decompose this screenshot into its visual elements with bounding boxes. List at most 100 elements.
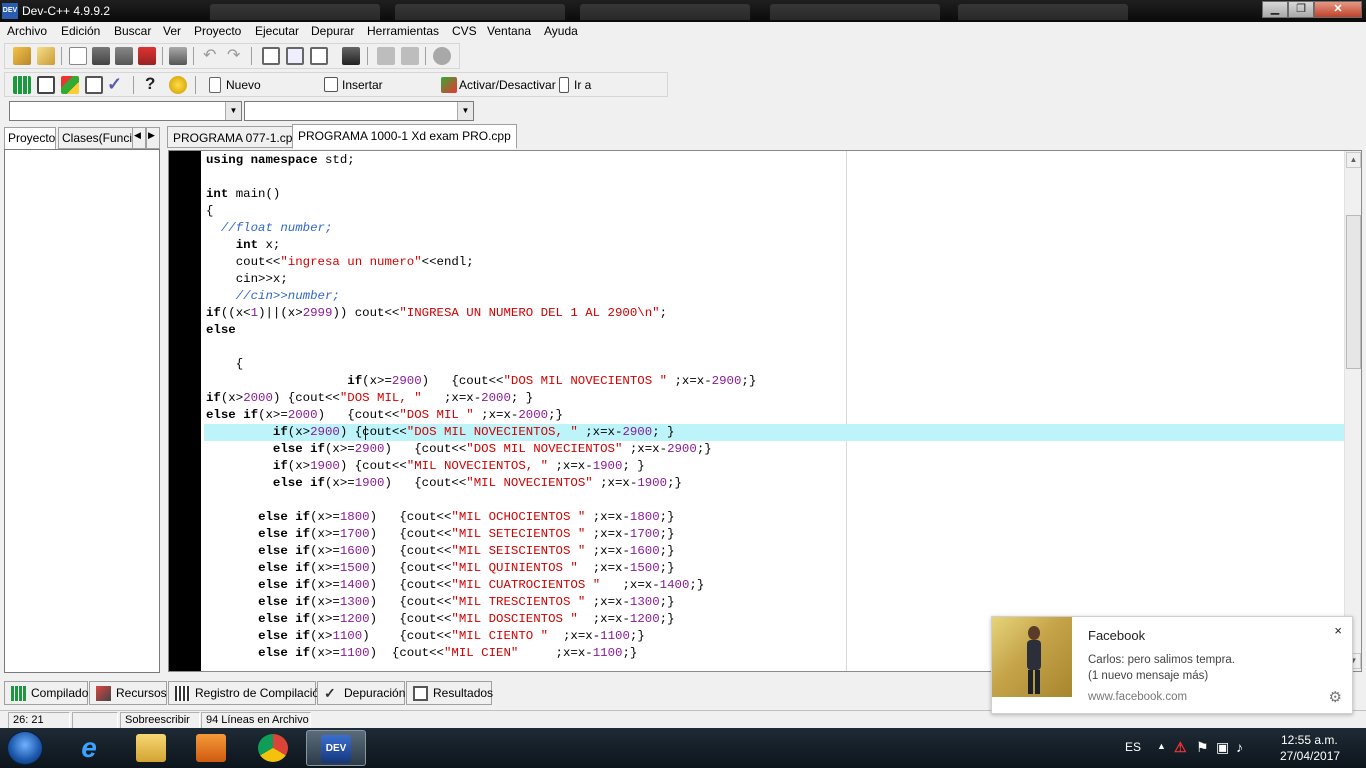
- tab-file-programa-077[interactable]: PROGRAMA 077-1.cpp: [167, 126, 306, 148]
- tab-resultados[interactable]: Resultados: [406, 681, 493, 705]
- code-line[interactable]: int main(): [206, 186, 1344, 203]
- clock-time[interactable]: 12:55 a.m.: [1281, 733, 1338, 747]
- tab-compilador[interactable]: Compilador: [4, 681, 92, 705]
- menu-herramientas[interactable]: Herramientas: [366, 24, 440, 38]
- new-file-icon[interactable]: [69, 47, 87, 65]
- code-lines[interactable]: using namespace std; int main(){ //float…: [204, 152, 1344, 662]
- tab-registro[interactable]: Registro de Compilación: [168, 681, 326, 705]
- tab-depuracion[interactable]: ✓ Depuración: [317, 681, 405, 705]
- code-line[interactable]: if((x<1)||(x>2999)) cout<<"INGRESA UN NU…: [206, 305, 1344, 322]
- find-icon[interactable]: [262, 47, 280, 65]
- antivirus-icon[interactable]: ⚠: [1174, 739, 1187, 756]
- tab-recursos[interactable]: Recursos: [89, 681, 167, 705]
- code-line[interactable]: else if(x>=2000) {cout<<"DOS MIL " ;x=x-…: [206, 407, 1344, 424]
- open-project-icon[interactable]: [13, 47, 31, 65]
- maximize-button[interactable]: ❐: [1288, 1, 1314, 18]
- code-line[interactable]: [206, 169, 1344, 186]
- code-line[interactable]: //float number;: [206, 220, 1344, 237]
- menu-edicion[interactable]: Edición: [60, 24, 101, 38]
- new-button-label[interactable]: Nuevo: [226, 78, 261, 92]
- menu-ayuda[interactable]: Ayuda: [543, 24, 579, 38]
- indent-icon[interactable]: [401, 47, 419, 65]
- menu-cvs[interactable]: CVS: [451, 24, 478, 38]
- help-icon[interactable]: ?: [145, 75, 163, 93]
- undo-icon[interactable]: ↶: [203, 47, 221, 65]
- insert-icon[interactable]: [324, 77, 338, 92]
- tab-scroll-right-icon[interactable]: ▶: [146, 127, 160, 149]
- code-line[interactable]: else if(x>=1400) {cout<<"MIL CUATROCIENT…: [206, 577, 1344, 594]
- toggle-bookmark-icon[interactable]: [441, 77, 457, 93]
- taskbar-explorer[interactable]: [122, 730, 182, 766]
- rebuild-icon[interactable]: [85, 76, 103, 94]
- menu-buscar[interactable]: Buscar: [113, 24, 152, 38]
- scroll-thumb[interactable]: [1346, 215, 1361, 369]
- code-line[interactable]: else if(x>=1300) {cout<<"MIL TRESCIENTOS…: [206, 594, 1344, 611]
- stop-icon[interactable]: [433, 47, 451, 65]
- code-line[interactable]: //cin>>number;: [206, 288, 1344, 305]
- code-line[interactable]: if(x>2000) {cout<<"DOS MIL, " ;x=x-2000;…: [206, 390, 1344, 407]
- code-line[interactable]: else if(x>=1800) {cout<<"MIL OCHOCIENTOS…: [206, 509, 1344, 526]
- tab-proyecto[interactable]: Proyecto: [4, 127, 56, 149]
- compile-run-icon[interactable]: [61, 76, 79, 94]
- print-icon[interactable]: [169, 47, 187, 65]
- code-line[interactable]: {: [206, 203, 1344, 220]
- new-class-icon[interactable]: [209, 77, 221, 93]
- run-icon[interactable]: [37, 76, 55, 94]
- menu-depurar[interactable]: Depurar: [310, 24, 355, 38]
- vertical-scrollbar[interactable]: ▲ ▼: [1344, 151, 1361, 671]
- code-line[interactable]: using namespace std;: [206, 152, 1344, 169]
- save-all-icon[interactable]: [115, 47, 133, 65]
- code-line[interactable]: [206, 492, 1344, 509]
- check-syntax-icon[interactable]: ✓: [107, 75, 125, 93]
- action-center-flag-icon[interactable]: ⚑: [1196, 739, 1209, 756]
- toggle-bookmark-label[interactable]: Activar/Desactivar: [459, 78, 556, 92]
- chevron-down-icon[interactable]: ▼: [457, 102, 473, 120]
- menu-ver[interactable]: Ver: [162, 24, 182, 38]
- chevron-down-icon[interactable]: ▼: [225, 102, 241, 120]
- close-button[interactable]: ✕: [1314, 1, 1362, 18]
- tab-clases[interactable]: Clases(Funcio: [58, 127, 134, 149]
- network-icon[interactable]: ▣: [1216, 739, 1229, 756]
- close-file-icon[interactable]: [138, 47, 156, 65]
- taskbar-media-player[interactable]: [182, 730, 242, 766]
- code-line[interactable]: {: [206, 356, 1344, 373]
- project-tree-panel[interactable]: [4, 149, 160, 673]
- goto-line-icon[interactable]: [342, 47, 360, 65]
- menu-archivo[interactable]: Archivo: [6, 24, 48, 38]
- code-line[interactable]: else if(x>=2900) {cout<<"DOS MIL NOVECIE…: [206, 441, 1344, 458]
- menu-proyecto[interactable]: Proyecto: [193, 24, 242, 38]
- tab-file-programa-1000[interactable]: PROGRAMA 1000-1 Xd exam PRO.cpp: [292, 124, 517, 149]
- taskbar-devcpp[interactable]: DEV: [306, 730, 366, 766]
- code-line[interactable]: int x;: [206, 237, 1344, 254]
- gear-icon[interactable]: ⚙: [1329, 688, 1342, 706]
- code-line[interactable]: else if(x>=1500) {cout<<"MIL QUINIENTOS …: [206, 560, 1344, 577]
- open-file-icon[interactable]: [37, 47, 55, 65]
- goto-bookmark-label[interactable]: Ir a: [574, 78, 591, 92]
- replace-icon[interactable]: [286, 47, 304, 65]
- taskbar-ie[interactable]: e: [60, 730, 120, 766]
- code-line[interactable]: else if(x>=1900) {cout<<"MIL NOVECIENTOS…: [206, 475, 1344, 492]
- show-hidden-icons-icon[interactable]: ▲: [1157, 741, 1166, 751]
- redo-icon[interactable]: ↷: [227, 47, 245, 65]
- compile-icon[interactable]: [13, 76, 31, 94]
- code-line[interactable]: else if(x>=1700) {cout<<"MIL SETECIENTOS…: [206, 526, 1344, 543]
- about-icon[interactable]: [169, 76, 187, 94]
- member-select[interactable]: ▼: [244, 101, 474, 121]
- code-line[interactable]: if(x>1900) {cout<<"MIL NOVECIENTOS, " ;x…: [206, 458, 1344, 475]
- scroll-up-icon[interactable]: ▲: [1346, 152, 1361, 168]
- insert-button-label[interactable]: Insertar: [342, 78, 383, 92]
- unindent-icon[interactable]: [377, 47, 395, 65]
- code-line[interactable]: if(x>=2900) {cout<<"DOS MIL NOVECIENTOS …: [206, 373, 1344, 390]
- code-line[interactable]: else if(x>=1600) {cout<<"MIL SEISCIENTOS…: [206, 543, 1344, 560]
- code-line[interactable]: cin>>x;: [206, 271, 1344, 288]
- code-line[interactable]: cout<<"ingresa un numero"<<endl;: [206, 254, 1344, 271]
- facebook-notification[interactable]: Facebook Carlos: pero salimos tempra. (1…: [991, 616, 1353, 714]
- code-line[interactable]: else: [206, 322, 1344, 339]
- save-icon[interactable]: [92, 47, 110, 65]
- code-line[interactable]: if(x>2900) {cout<<"DOS MIL NOVECIENTOS, …: [204, 424, 1344, 441]
- code-line[interactable]: [206, 339, 1344, 356]
- start-button[interactable]: [7, 731, 43, 765]
- class-select[interactable]: ▼: [9, 101, 242, 121]
- tab-scroll-left-icon[interactable]: ◀: [132, 127, 146, 149]
- minimize-button[interactable]: ▁: [1262, 1, 1288, 18]
